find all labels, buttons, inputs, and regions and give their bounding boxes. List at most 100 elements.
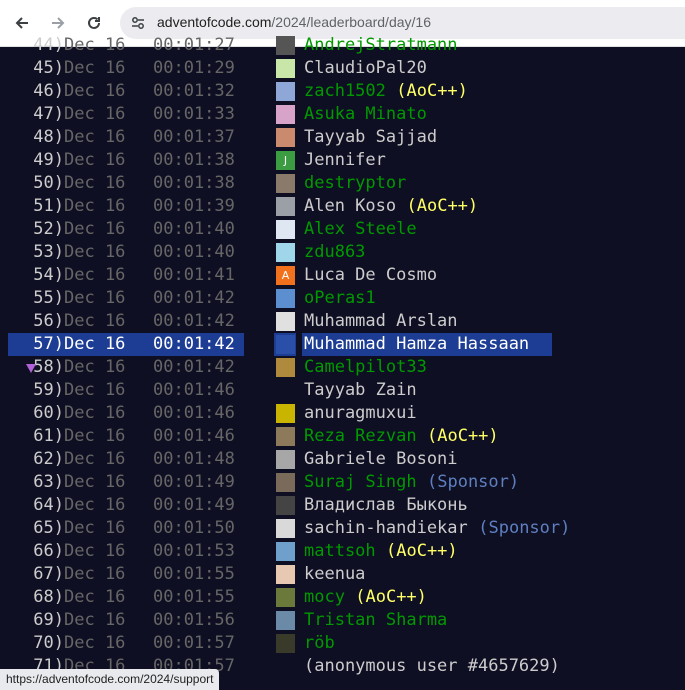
user-avatar (276, 82, 295, 101)
user-avatar (276, 473, 295, 492)
user-link[interactable]: zdu863 (304, 241, 365, 264)
url-text[interactable]: adventofcode.com/2024/leaderboard/day/16 (157, 14, 431, 30)
completion-time: 00:01:53 (153, 541, 235, 561)
user-name: anuragmuxui (304, 403, 417, 423)
leaderboard-row: 53) Dec 16 00:01:40 zdu863 (0, 241, 685, 264)
rank-number: 64) (33, 495, 64, 515)
rank-number: 52) (33, 219, 64, 239)
completion-time: 00:01:57 (153, 633, 235, 653)
user-avatar (276, 565, 295, 584)
rank-number: 58) (33, 357, 64, 377)
completion-date: Dec 16 (64, 610, 126, 630)
user-link[interactable]: destryptor (304, 172, 406, 195)
mouse-cursor-icon (26, 364, 36, 373)
leaderboard-row: 62) Dec 16 00:01:48 Gabriele Bosoni (0, 448, 685, 471)
completion-time: 00:01:40 (153, 219, 235, 239)
rank-number: 70) (33, 633, 64, 653)
completion-time: 00:01:46 (153, 403, 235, 423)
completion-time: 00:01:49 (153, 472, 235, 492)
completion-date: Dec 16 (64, 150, 126, 170)
user-avatar: J (276, 151, 295, 170)
sponsor-badge[interactable]: (Sponsor) (478, 517, 570, 540)
rank-number: 62) (33, 449, 64, 469)
leaderboard-row: 46) Dec 16 00:01:32 zach1502 (AoC++) (0, 80, 685, 103)
anonymous-user: (anonymous user #4657629) (304, 656, 560, 676)
user-link[interactable]: Tristan Sharma (304, 609, 447, 632)
completion-time: 00:01:46 (153, 380, 235, 400)
user-link[interactable]: Suraj Singh (304, 471, 417, 494)
user-avatar (276, 335, 295, 354)
rank-number: 46) (33, 81, 64, 101)
leaderboard-row: 44) Dec 16 00:01:27 AndrejStratmann (0, 34, 685, 57)
url-host: adventofcode.com (157, 14, 272, 30)
leaderboard-row: 57) Dec 16 00:01:42 Muhammad Hamza Hassaan (0, 333, 685, 356)
leaderboard-row: 54) Dec 16 00:01:41 A Luca De Cosmo (0, 264, 685, 287)
leaderboard-row: 60) Dec 16 00:01:46 anuragmuxui (0, 402, 685, 425)
user-avatar (276, 519, 295, 538)
leaderboard-row: 48) Dec 16 00:01:37 Tayyab Sajjad (0, 126, 685, 149)
user-link[interactable]: mattsoh (304, 540, 376, 563)
completion-date: Dec 16 (64, 541, 126, 561)
user-avatar (276, 243, 295, 262)
rank-number: 59) (33, 380, 64, 400)
user-name: sachin-handiekar (304, 518, 468, 538)
completion-time: 00:01:33 (153, 104, 235, 124)
leaderboard-row: 50) Dec 16 00:01:38 destryptor (0, 172, 685, 195)
rank-number: 55) (33, 288, 64, 308)
leaderboard-row: 69) Dec 16 00:01:56 Tristan Sharma (0, 609, 685, 632)
user-avatar (276, 312, 295, 331)
leaderboard-row: 52) Dec 16 00:01:40 Alex Steele (0, 218, 685, 241)
user-link[interactable]: Camelpilot33 (304, 356, 427, 379)
completion-date: Dec 16 (64, 242, 126, 262)
rank-number: 51) (33, 196, 64, 216)
completion-date: Dec 16 (64, 633, 126, 653)
leaderboard-row: 51) Dec 16 00:01:39 Alen Koso (AoC++) (0, 195, 685, 218)
user-name: Jennifer (304, 150, 386, 170)
completion-date: Dec 16 (64, 58, 126, 78)
leaderboard-row: 59) Dec 16 00:01:46 Tayyab Zain (0, 379, 685, 402)
user-link[interactable]: oPeras1 (304, 287, 376, 310)
leaderboard-row: 66) Dec 16 00:01:53 mattsoh (AoC++) (0, 540, 685, 563)
rank-number: 44) (33, 35, 64, 55)
completion-date: Dec 16 (64, 311, 126, 331)
leaderboard-row: 56) Dec 16 00:01:42 Muhammad Arslan (0, 310, 685, 333)
completion-date: Dec 16 (64, 449, 126, 469)
completion-time: 00:01:42 (153, 288, 235, 308)
completion-time: 00:01:32 (153, 81, 235, 101)
rank-number: 63) (33, 472, 64, 492)
user-avatar (276, 128, 295, 147)
user-link[interactable]: zach1502 (304, 80, 386, 103)
user-avatar: A (276, 266, 295, 285)
rank-number: 67) (33, 564, 64, 584)
completion-date: Dec 16 (64, 219, 126, 239)
user-link[interactable]: röb (304, 632, 335, 655)
rank-number: 61) (33, 426, 64, 446)
completion-date: Dec 16 (64, 403, 126, 423)
user-link[interactable]: mocy (304, 586, 345, 609)
completion-time: 00:01:56 (153, 610, 235, 630)
user-avatar (276, 542, 295, 561)
completion-time: 00:01:37 (153, 127, 235, 147)
completion-time: 00:01:42 (153, 311, 235, 331)
sponsor-badge[interactable]: (Sponsor) (427, 471, 519, 494)
rank-number: 69) (33, 610, 64, 630)
user-avatar (276, 404, 295, 423)
completion-date: Dec 16 (64, 35, 126, 55)
completion-date: Dec 16 (64, 265, 126, 285)
user-link[interactable]: Asuka Minato (304, 103, 427, 126)
user-link[interactable]: Reza Rezvan (304, 425, 417, 448)
rank-number: 50) (33, 173, 64, 193)
user-link[interactable]: Alex Steele (304, 218, 417, 241)
user-avatar (276, 174, 295, 193)
leaderboard-row: 61) Dec 16 00:01:46 Reza Rezvan (AoC++) (0, 425, 685, 448)
completion-time: 00:01:48 (153, 449, 235, 469)
completion-time: 00:01:42 (153, 357, 235, 377)
aoc-plus-badge: (AoC++) (396, 81, 468, 101)
user-link[interactable]: AndrejStratmann (304, 34, 458, 57)
leaderboard-row: 64) Dec 16 00:01:49 Владислав Быконь (0, 494, 685, 517)
user-name: Владислав Быконь (304, 495, 468, 515)
user-name: Alen Koso (304, 196, 397, 216)
rank-number: 56) (33, 311, 64, 331)
user-avatar (276, 358, 295, 377)
site-info-icon[interactable] (128, 13, 148, 33)
